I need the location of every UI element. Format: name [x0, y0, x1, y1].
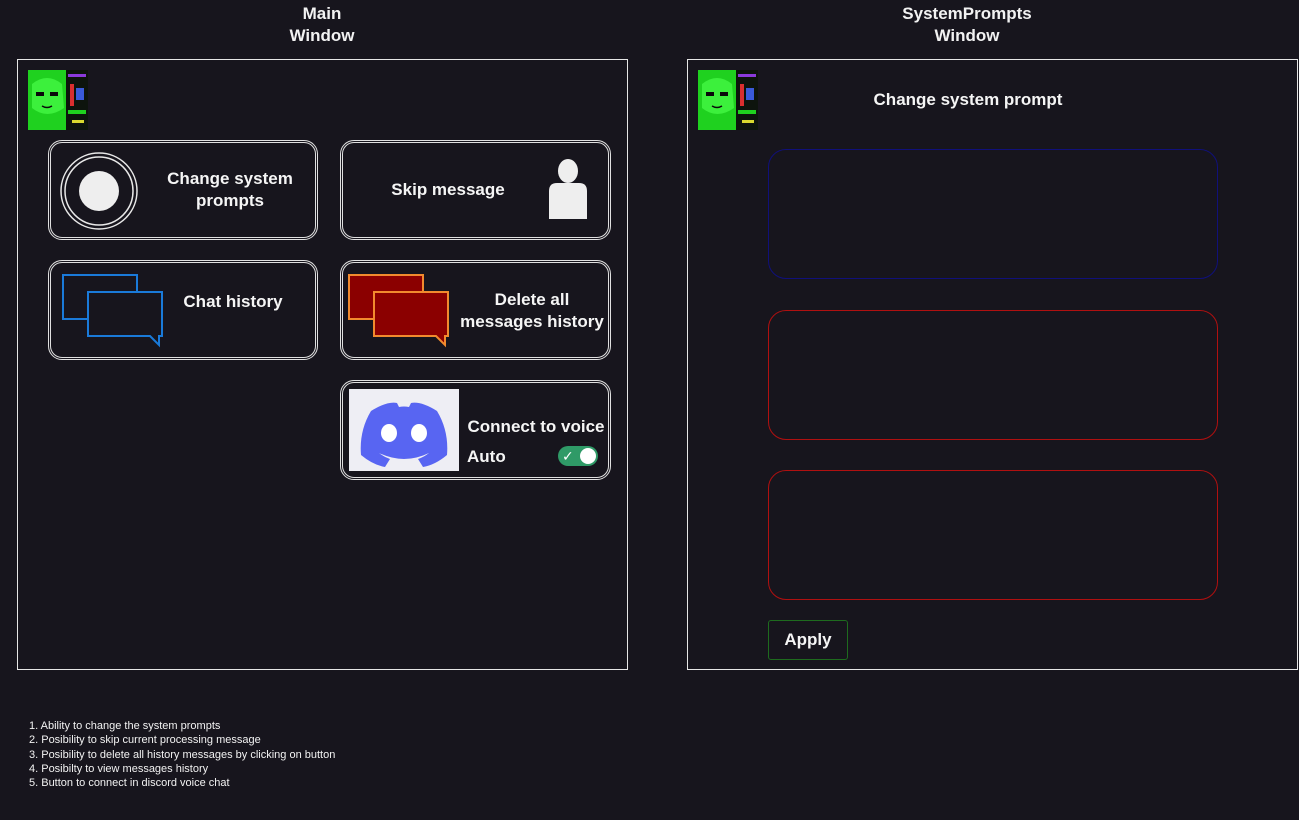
system-prompt-input-1[interactable] [768, 149, 1218, 279]
note-item: 4. Posibilty to view messages history [29, 762, 209, 775]
main-window-title-line1: Main [302, 4, 342, 23]
chat-history-button[interactable]: Chat history [48, 260, 318, 360]
avatar [698, 70, 758, 130]
delete-history-button[interactable]: Delete all messages history [340, 260, 611, 360]
change-system-prompts-label-line2: prompts [196, 191, 264, 210]
apply-button[interactable]: Apply [768, 620, 848, 660]
record-circle-icon [60, 152, 138, 230]
auto-connect-toggle[interactable]: ✓ [558, 446, 598, 466]
skip-message-label: Skip message [391, 180, 505, 199]
person-icon [549, 159, 587, 219]
delete-chat-bubbles-icon [348, 274, 449, 348]
toggle-knob [580, 448, 596, 464]
main-window: Change system prompts Skip message Chat … [17, 59, 628, 670]
connect-voice-button[interactable]: Connect to voice Auto ✓ [340, 380, 611, 480]
system-prompts-window-title-line1: SystemPrompts [902, 4, 1032, 23]
system-prompts-window: Change system prompt Apply [687, 59, 1298, 670]
note-item: 5. Button to connect in discord voice ch… [29, 777, 230, 790]
connect-voice-label: Connect to voice [467, 417, 605, 436]
chat-history-label: Chat history [183, 292, 283, 311]
system-prompt-heading: Change system prompt [873, 90, 1063, 109]
feature-notes-list: 1. Ability to change the system prompts … [29, 719, 335, 790]
change-system-prompts-button[interactable]: Change system prompts [48, 140, 318, 240]
avatar-image-icon [698, 70, 758, 130]
delete-history-label-line2: messages history [460, 312, 604, 331]
system-prompts-window-title: SystemPrompts Window [887, 3, 1047, 47]
change-system-prompts-label: Change system prompts [149, 168, 311, 212]
main-window-title: Main Window [262, 3, 382, 47]
avatar-image-icon [28, 70, 88, 130]
discord-icon [349, 389, 459, 471]
change-system-prompts-label-line1: Change system [167, 169, 293, 188]
auto-label: Auto [467, 447, 506, 466]
delete-history-label-line1: Delete all [494, 290, 570, 309]
main-window-title-line2: Window [289, 26, 355, 45]
avatar [28, 70, 88, 130]
note-item: 2. Posibility to skip current processing… [29, 734, 261, 747]
note-item: 3. Posibility to delete all history mess… [29, 748, 336, 761]
check-icon: ✓ [562, 448, 574, 464]
system-prompt-input-3[interactable] [768, 470, 1218, 600]
skip-message-button[interactable]: Skip message [340, 140, 611, 240]
note-item: 1. Ability to change the system prompts [29, 720, 221, 732]
apply-button-label: Apply [784, 630, 832, 649]
chat-bubbles-icon [62, 274, 163, 348]
system-prompt-input-2[interactable] [768, 310, 1218, 440]
delete-history-label: Delete all messages history [453, 289, 611, 333]
system-prompts-window-title-line2: Window [934, 26, 1000, 45]
